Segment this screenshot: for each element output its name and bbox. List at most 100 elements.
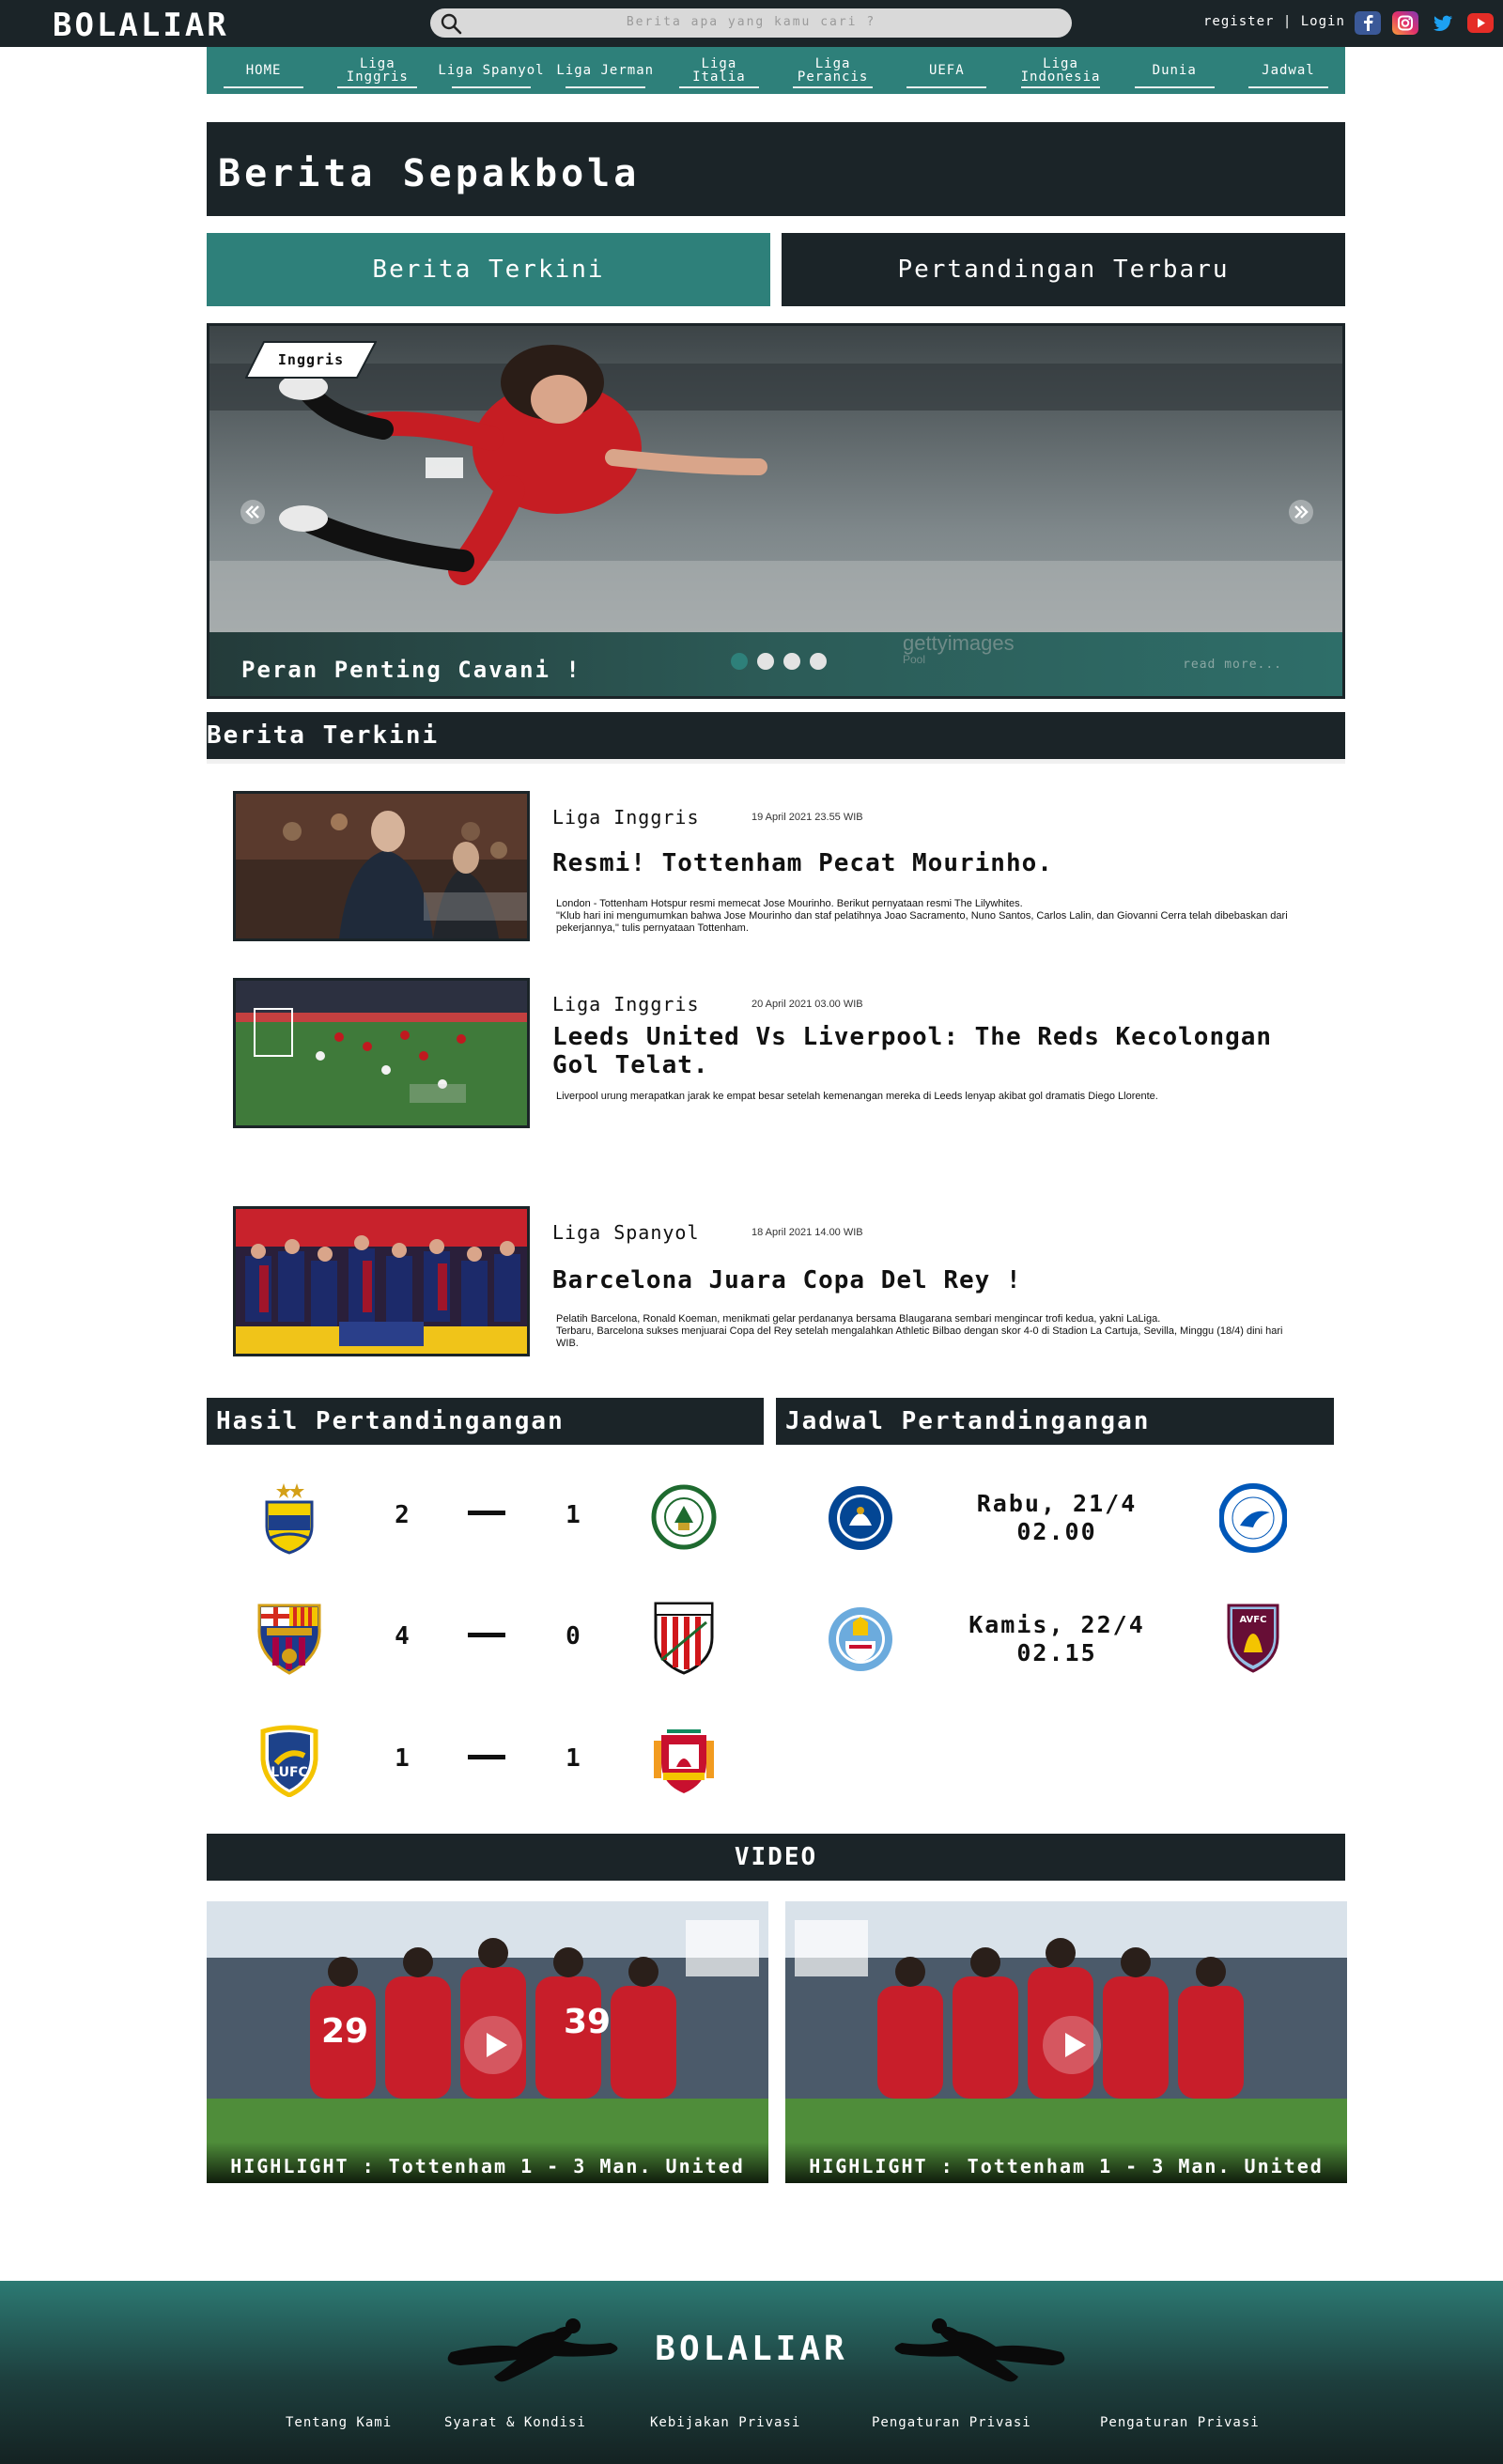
category-badge-label[interactable]: Inggris [245,341,377,379]
liverpool-crest[interactable] [650,1722,718,1797]
footer: BOLALIAR Tentang Kami Syarat & Kondisi K… [0,2281,1503,2464]
nav-liga-italia[interactable]: Liga Italia [662,47,776,94]
video-card[interactable]: HIGHLIGHT : Tottenham 1 - 3 Man. United [785,1901,1347,2183]
news-item[interactable]: Liga Spanyol 18 April 2021 14.00 WIB Bar… [207,1206,1345,1361]
video-card[interactable]: 29 39 HIGHLIGHT : Tottenham 1 - 3 Man. Un… [207,1901,768,2183]
search-input[interactable]: Berita apa yang kamu cari ? [430,15,1072,29]
social-links [1355,11,1494,35]
persis-crest[interactable] [256,1480,323,1555]
nav-liga-perancis[interactable]: Liga Perancis [776,47,890,94]
match-datetime: Kamis, 22/4 02.15 [968,1611,1145,1666]
search-bar[interactable]: Berita apa yang kamu cari ? [430,8,1072,38]
nav-liga-jerman[interactable]: Liga Jerman [549,47,662,94]
news-title[interactable]: Leeds United Vs Liverpool: The Reds Keco… [552,1023,1285,1079]
svg-text:AVFC: AVFC [1240,1615,1267,1625]
youtube-icon[interactable] [1467,11,1494,35]
svg-text:LUFC: LUFC [271,1765,308,1780]
footer-link-syarat-kondisi[interactable]: Syarat & Kondisi [444,2415,586,2430]
news-thumbnail[interactable] [233,978,530,1128]
news-photo [236,794,527,938]
facebook-icon[interactable] [1355,11,1381,35]
away-score: 1 [566,1744,581,1773]
news-category[interactable]: Liga Spanyol [552,1221,700,1244]
news-title[interactable]: Barcelona Juara Copa Del Rey ! [552,1266,1285,1294]
login-link[interactable]: Login [1301,14,1345,29]
footer-logo[interactable]: BOLALIAR [0,2330,1503,2368]
away-score: 1 [566,1501,581,1529]
auth-links: register | Login [1203,14,1345,29]
news-category[interactable]: Liga Inggris [552,993,700,1015]
footer-link-pengaturan-privasi[interactable]: Pengaturan Privasi [872,2415,1031,2430]
match-datetime: Rabu, 21/4 02.00 [976,1490,1138,1545]
brighton-crest[interactable] [1219,1480,1287,1556]
nav-liga-indonesia[interactable]: Liga Indonesia [1003,47,1117,94]
watermark-text: gettyimages [903,631,1015,655]
watermark: gettyimages Pool [903,631,1015,666]
read-more-link[interactable]: read more... [1183,658,1282,672]
twitter-icon[interactable] [1430,11,1456,35]
register-link[interactable]: register [1203,14,1274,29]
news-date: 20 April 2021 03.00 WIB [752,999,863,1010]
away-score: 0 [566,1622,581,1650]
top-bar: BOLALIAR Berita apa yang kamu cari ? reg… [0,0,1503,47]
footer-link-pengaturan-privasi-2[interactable]: Pengaturan Privasi [1100,2415,1260,2430]
nav-liga-spanyol[interactable]: Liga Spanyol [434,47,548,94]
schedule-section-title: Jadwal Pertandingangan [776,1398,1334,1445]
carousel-dots [731,653,827,670]
pss-crest[interactable] [650,1480,718,1555]
nav-liga-inggris[interactable]: Liga Inggris [320,47,434,94]
nav-jadwal[interactable]: Jadwal [1232,47,1345,94]
headline-carousel[interactable]: Inggris gettyimages Pool Peran Penting C… [207,323,1345,699]
video-caption[interactable]: HIGHLIGHT : Tottenham 1 - 3 Man. United [207,2155,768,2177]
news-summary: London - Tottenham Hotspur resmi memecat… [556,898,1288,934]
results-section-title: Hasil Pertandingangan [207,1398,764,1445]
site-logo[interactable]: BOLALIAR [53,7,229,44]
home-score: 1 [395,1744,410,1773]
athletic-crest[interactable] [650,1600,718,1675]
score-dash [468,1633,505,1637]
footer-link-kebijakan-privasi[interactable]: Kebijakan Privasi [650,2415,800,2430]
nav-home[interactable]: HOME [207,47,320,94]
page-title: Berita Sepakbola [207,122,1345,216]
score-dash [468,1755,505,1759]
news-date: 19 April 2021 23.55 WIB [752,812,863,823]
svg-text:39: 39 [564,2003,611,2041]
news-category[interactable]: Liga Inggris [552,806,700,829]
carousel-dot[interactable] [810,653,827,670]
footer-link-tentang-kami[interactable]: Tentang Kami [286,2415,392,2430]
news-thumbnail[interactable] [233,1206,530,1356]
auth-separator: | [1282,14,1293,29]
news-photo [236,981,527,1125]
home-score: 4 [395,1622,410,1650]
svg-text:29: 29 [321,2012,368,2051]
chelsea-crest[interactable] [827,1480,894,1556]
news-item[interactable]: Liga Inggris 20 April 2021 03.00 WIB Lee… [207,978,1345,1133]
carousel-dot[interactable] [783,653,800,670]
play-icon[interactable] [1041,2014,1103,2076]
news-summary: Liverpool urung merapatkan jarak ke empa… [556,1091,1158,1102]
chevron-right-icon[interactable] [1288,499,1314,525]
carousel-caption[interactable]: Peran Penting Cavani ! [241,657,581,683]
news-photo [236,1209,527,1354]
man-city-crest[interactable] [827,1602,894,1677]
leeds-crest[interactable]: LUFC [256,1722,323,1797]
news-thumbnail[interactable] [233,791,530,941]
aston-villa-crest[interactable]: AVFC [1219,1600,1287,1675]
nav-dunia[interactable]: Dunia [1118,47,1232,94]
tab-pertandingan-terbaru[interactable]: Pertandingan Terbaru [782,233,1345,306]
video-section-title: VIDEO [207,1834,1345,1881]
nav-uefa[interactable]: UEFA [890,47,1003,94]
barcelona-crest[interactable] [256,1600,323,1675]
carousel-dot[interactable] [757,653,774,670]
play-icon[interactable] [462,2014,524,2076]
video-caption[interactable]: HIGHLIGHT : Tottenham 1 - 3 Man. United [785,2155,1347,2177]
chevron-left-icon[interactable] [240,499,266,525]
news-summary: Pelatih Barcelona, Ronald Koeman, menikm… [556,1313,1283,1349]
instagram-icon[interactable] [1392,11,1418,35]
news-title[interactable]: Resmi! Tottenham Pecat Mourinho. [552,849,1285,877]
carousel-dot[interactable] [731,653,748,670]
divider [207,759,1345,764]
news-item[interactable]: Liga Inggris 19 April 2021 23.55 WIB Res… [207,791,1345,946]
tab-berita-terkini[interactable]: Berita Terkini [207,233,770,306]
news-section-title: Berita Terkini [207,712,1345,759]
